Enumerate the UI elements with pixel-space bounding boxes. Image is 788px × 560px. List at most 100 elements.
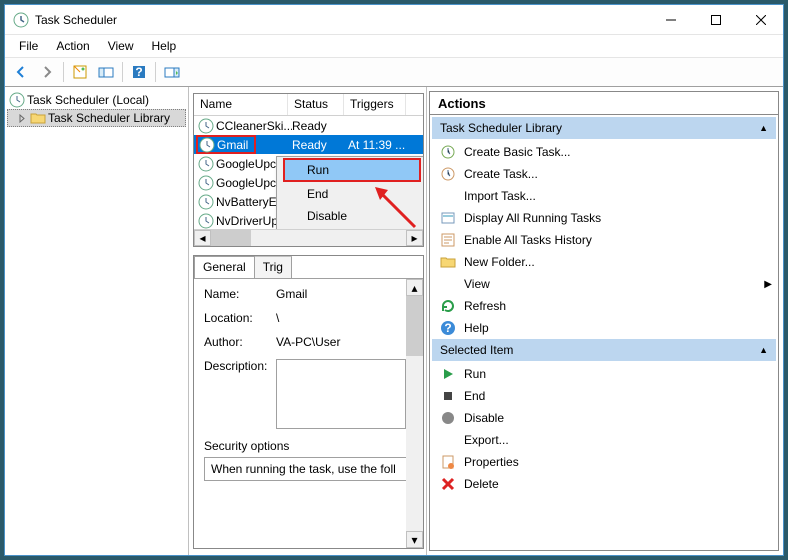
security-text: When running the task, use the foll (204, 457, 417, 481)
close-button[interactable] (738, 5, 783, 34)
properties-button[interactable] (68, 60, 92, 84)
title-bar: Task Scheduler (5, 5, 783, 35)
name-label: Name: (204, 287, 276, 301)
context-export[interactable]: Export... (279, 227, 423, 229)
folder-icon (440, 254, 456, 270)
help-button[interactable]: ? (127, 60, 151, 84)
location-value: \ (276, 311, 417, 325)
clock-icon (198, 194, 214, 210)
menu-action[interactable]: Action (48, 37, 97, 55)
scroll-down-icon[interactable]: ▾ (406, 531, 423, 548)
security-group-label: Security options (204, 439, 417, 453)
name-value: Gmail (276, 287, 417, 301)
col-name[interactable]: Name (194, 94, 288, 115)
toolbar-separator (122, 62, 123, 82)
horizontal-scrollbar[interactable]: ◂ ▸ (194, 229, 423, 246)
cell-name: Gmail (217, 138, 253, 152)
action-end[interactable]: End (432, 385, 776, 407)
action-view[interactable]: View▶ (432, 273, 776, 295)
author-label: Author: (204, 335, 276, 349)
action-display-running[interactable]: Display All Running Tasks (432, 207, 776, 229)
back-button[interactable] (9, 60, 33, 84)
play-icon (440, 366, 456, 382)
action-properties[interactable]: Properties (432, 451, 776, 473)
action-import-task[interactable]: Import Task... (432, 185, 776, 207)
toolbar-separator (63, 62, 64, 82)
clock-icon (198, 118, 214, 134)
tab-general[interactable]: General (194, 256, 255, 278)
action-export[interactable]: Export... (432, 429, 776, 451)
author-value: VA-PC\User (276, 335, 417, 349)
context-end[interactable]: End (279, 183, 423, 205)
history-icon (440, 232, 456, 248)
actions-title: Actions (429, 91, 779, 115)
clock-icon (13, 12, 29, 28)
tree-root[interactable]: Task Scheduler (Local) (7, 91, 186, 109)
middle-pane: Name Status Triggers CCleanerSki... Read… (189, 87, 427, 555)
actions-body: Task Scheduler Library ▲ Create Basic Ta… (429, 115, 779, 551)
maximize-button[interactable] (693, 5, 738, 34)
menu-help[interactable]: Help (144, 37, 185, 55)
col-status[interactable]: Status (288, 94, 344, 115)
actions-section-library[interactable]: Task Scheduler Library ▲ (432, 117, 776, 139)
context-disable[interactable]: Disable (279, 205, 423, 227)
detail-tabs: General Trig (194, 256, 423, 278)
details-panel: General Trig Name: Gmail Location: \ Aut… (193, 255, 424, 549)
tab-triggers[interactable]: Trig (254, 256, 292, 278)
action-run[interactable]: Run (432, 363, 776, 385)
clock-icon (198, 175, 214, 191)
action-create-basic[interactable]: Create Basic Task... (432, 141, 776, 163)
scroll-up-icon[interactable]: ▴ (406, 279, 423, 296)
clock-icon (9, 92, 25, 108)
menu-bar: File Action View Help (5, 35, 783, 57)
properties-icon (440, 454, 456, 470)
show-hide-button[interactable] (94, 60, 118, 84)
task-icon (440, 166, 456, 182)
forward-button[interactable] (35, 60, 59, 84)
vertical-scrollbar[interactable]: ▴ ▾ (406, 279, 423, 548)
table-row-selected[interactable]: Gmail Ready At 11:39 ... (194, 135, 423, 154)
context-run[interactable]: Run (283, 158, 421, 182)
expand-icon[interactable] (16, 114, 28, 123)
table-row[interactable]: CCleanerSki... Ready (194, 116, 423, 135)
svg-text:?: ? (444, 321, 451, 335)
action-disable[interactable]: Disable (432, 407, 776, 429)
action-create-task[interactable]: Create Task... (432, 163, 776, 185)
collapse-icon: ▲ (759, 123, 768, 133)
menu-view[interactable]: View (100, 37, 142, 55)
description-label: Description: (204, 359, 276, 429)
action-enable-history[interactable]: Enable All Tasks History (432, 229, 776, 251)
clock-icon (199, 137, 215, 153)
menu-file[interactable]: File (11, 37, 46, 55)
cell-name: CCleanerSki... (216, 119, 292, 133)
scroll-thumb[interactable] (211, 230, 251, 246)
svg-text:?: ? (135, 65, 142, 79)
scroll-left-icon[interactable]: ◂ (194, 230, 211, 246)
scroll-right-icon[interactable]: ▸ (406, 230, 423, 246)
table-header: Name Status Triggers (194, 94, 423, 116)
action-delete[interactable]: Delete (432, 473, 776, 495)
import-icon (440, 188, 456, 204)
col-triggers[interactable]: Triggers (344, 94, 406, 115)
action-refresh[interactable]: Refresh (432, 295, 776, 317)
stop-icon (440, 388, 456, 404)
task-list: Name Status Triggers CCleanerSki... Read… (193, 93, 424, 247)
action-help[interactable]: ?Help (432, 317, 776, 339)
folder-icon (30, 110, 46, 126)
cell-status: Ready (292, 138, 348, 152)
main-area: Task Scheduler (Local) Task Scheduler Li… (5, 87, 783, 555)
minimize-button[interactable] (648, 5, 693, 34)
tree-library-label: Task Scheduler Library (48, 111, 170, 125)
description-box[interactable] (276, 359, 406, 429)
disable-icon (440, 410, 456, 426)
action-pane-button[interactable] (160, 60, 184, 84)
clock-icon (198, 156, 214, 172)
scroll-thumb[interactable] (406, 296, 423, 356)
tree-library[interactable]: Task Scheduler Library (7, 109, 186, 127)
tree-pane: Task Scheduler (Local) Task Scheduler Li… (5, 87, 189, 555)
app-window: Task Scheduler File Action View Help ? T… (4, 4, 784, 556)
action-new-folder[interactable]: New Folder... (432, 251, 776, 273)
clock-icon (198, 213, 214, 229)
cell-status: Ready (292, 119, 348, 133)
actions-section-selected[interactable]: Selected Item ▲ (432, 339, 776, 361)
